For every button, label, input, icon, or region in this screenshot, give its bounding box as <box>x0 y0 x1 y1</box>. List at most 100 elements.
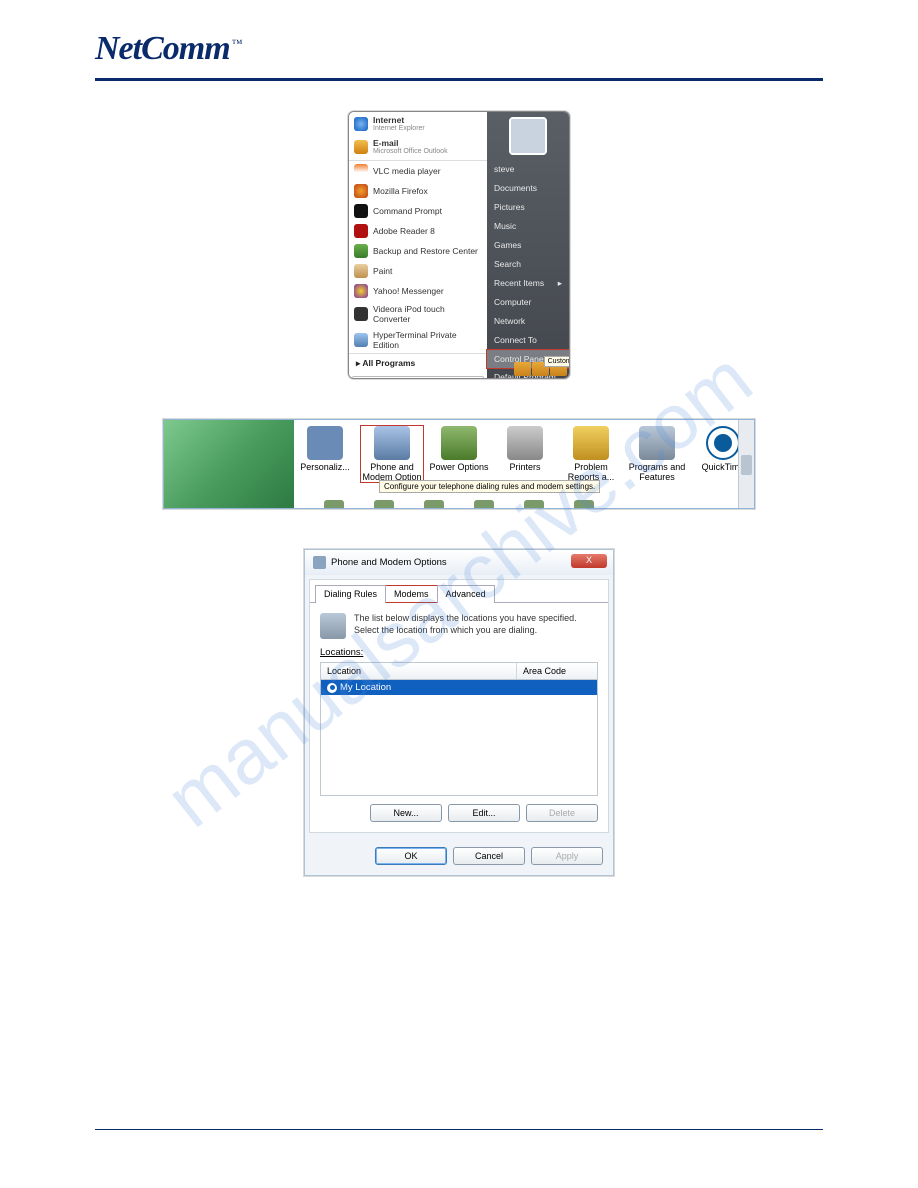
item-label: HyperTerminal Private Edition <box>373 330 482 350</box>
start-search-input[interactable]: Start Search🔍 <box>352 376 484 379</box>
start-menu-item[interactable]: Command Prompt <box>349 201 487 221</box>
power-options-icon <box>441 426 477 460</box>
phone-modem-dialog: Phone and Modem Options X Dialing Rules … <box>304 549 614 876</box>
header: NetComm™ <box>95 30 823 76</box>
yahoo-icon <box>354 284 368 298</box>
all-programs-button[interactable]: ▸ All Programs <box>349 353 487 373</box>
pinned-title: E-mail <box>373 138 399 148</box>
location-buttons: New... Edit... Delete <box>320 804 598 822</box>
control-panel-screenshot: Personaliz... Phone and Modem Option Pow… <box>163 419 755 509</box>
listbox-header: Location Area Code <box>321 663 597 680</box>
pinned-sub: Internet Explorer <box>373 125 425 132</box>
tab-advanced[interactable]: Advanced <box>437 585 495 603</box>
right-item[interactable]: Computer <box>487 293 569 312</box>
item-label: Paint <box>373 266 392 276</box>
right-item[interactable]: Recent Items ▸ <box>487 274 569 293</box>
apply-button[interactable]: Apply <box>531 847 603 865</box>
item-label: Backup and Restore Center <box>373 246 478 256</box>
start-menu-left-pane: InternetInternet Explorer E-mailMicrosof… <box>349 112 487 378</box>
pinned-title: Internet <box>373 115 404 125</box>
power-icon[interactable] <box>514 362 531 376</box>
start-menu-item[interactable]: Backup and Restore Center <box>349 241 487 261</box>
cp-problem-reports[interactable]: Problem Reports a... <box>560 426 622 482</box>
listbox-row-selected[interactable]: My Location <box>321 680 597 695</box>
start-menu-item[interactable]: Mozilla Firefox <box>349 181 487 201</box>
cp-next-row-icons <box>294 500 754 508</box>
start-menu-screenshot: InternetInternet Explorer E-mailMicrosof… <box>348 111 570 379</box>
scrollbar[interactable] <box>738 420 754 508</box>
location-icon <box>320 613 346 639</box>
brand-logo: NetComm™ <box>95 30 241 67</box>
radio-selected-icon <box>327 683 337 693</box>
paint-icon <box>354 264 368 278</box>
start-menu-email[interactable]: E-mailMicrosoft Office Outlook <box>349 135 487 158</box>
col-areacode[interactable]: Area Code <box>517 663 597 679</box>
row-label: My Location <box>340 682 391 693</box>
cp-power[interactable]: Power Options <box>428 426 490 472</box>
item-label: Recent Items <box>494 278 544 288</box>
close-button[interactable]: X <box>571 554 607 568</box>
user-name[interactable]: steve <box>487 160 569 179</box>
start-menu-item[interactable]: HyperTerminal Private Edition <box>349 327 487 353</box>
start-menu-item[interactable]: Yahoo! Messenger <box>349 281 487 301</box>
outlook-icon <box>354 140 368 154</box>
edit-button[interactable]: Edit... <box>448 804 520 822</box>
cp-programs[interactable]: Programs and Features <box>626 426 688 482</box>
right-item[interactable]: Documents <box>487 179 569 198</box>
item-label: Yahoo! Messenger <box>373 286 444 296</box>
control-panel-icons: Personaliz... Phone and Modem Option Pow… <box>294 420 754 508</box>
new-button[interactable]: New... <box>370 804 442 822</box>
close-icon: X <box>586 555 592 565</box>
cancel-button[interactable]: Cancel <box>453 847 525 865</box>
dialog-icon <box>313 556 326 569</box>
start-menu-internet[interactable]: InternetInternet Explorer <box>349 112 487 135</box>
col-location[interactable]: Location <box>321 663 517 679</box>
right-item[interactable]: Pictures <box>487 198 569 217</box>
right-item[interactable]: Music <box>487 217 569 236</box>
adobe-icon <box>354 224 368 238</box>
right-item[interactable]: Network <box>487 312 569 331</box>
scrollbar-thumb[interactable] <box>741 455 752 475</box>
tab-modems[interactable]: Modems <box>385 585 438 603</box>
start-menu-item[interactable]: Videora iPod touch Converter <box>349 301 487 327</box>
personalization-icon <box>307 426 343 460</box>
tab-dialing-rules[interactable]: Dialing Rules <box>315 585 386 603</box>
cp-label: Personaliz... <box>294 462 356 472</box>
item-label: Videora iPod touch Converter <box>373 304 482 324</box>
backup-icon <box>354 244 368 258</box>
control-panel-sidebar <box>164 420 294 508</box>
header-rule <box>95 78 823 81</box>
control-panel-tooltip: Configure your telephone dialing rules a… <box>379 480 600 493</box>
cp-label: Problem Reports a... <box>560 462 622 482</box>
vlc-icon <box>354 164 368 178</box>
cp-printers[interactable]: Printers <box>494 426 556 472</box>
cp-phone-modem[interactable]: Phone and Modem Option <box>360 425 424 483</box>
printers-icon <box>507 426 543 460</box>
cp-personalization[interactable]: Personaliz... <box>294 426 356 472</box>
locations-listbox[interactable]: Location Area Code My Location <box>320 662 598 796</box>
user-avatar[interactable] <box>509 117 547 155</box>
hyperterminal-icon <box>354 333 368 347</box>
item-label: VLC media player <box>373 166 441 176</box>
dialog-title: Phone and Modem Options <box>331 557 447 568</box>
cp-label: Power Options <box>428 462 490 472</box>
ok-button[interactable]: OK <box>375 847 447 865</box>
delete-button[interactable]: Delete <box>526 804 598 822</box>
pinned-sub: Microsoft Office Outlook <box>373 148 448 155</box>
cp-label: Programs and Features <box>626 462 688 482</box>
start-menu-tooltip: Custom remove <box>544 356 570 367</box>
right-item[interactable]: Games <box>487 236 569 255</box>
firefox-icon <box>354 184 368 198</box>
dialog-titlebar[interactable]: Phone and Modem Options X <box>305 550 613 575</box>
start-menu-item[interactable]: VLC media player <box>349 161 487 181</box>
phone-modem-icon <box>374 426 410 460</box>
start-menu-item[interactable]: Paint <box>349 261 487 281</box>
problem-reports-icon <box>573 426 609 460</box>
item-label: Mozilla Firefox <box>373 186 428 196</box>
right-item[interactable]: Connect To <box>487 331 569 350</box>
dialog-description: The list below displays the locations yo… <box>354 613 598 636</box>
tab-panel: The list below displays the locations yo… <box>310 602 608 832</box>
start-menu-item[interactable]: Adobe Reader 8 <box>349 221 487 241</box>
right-item[interactable]: Search <box>487 255 569 274</box>
trademark: ™ <box>232 38 242 50</box>
